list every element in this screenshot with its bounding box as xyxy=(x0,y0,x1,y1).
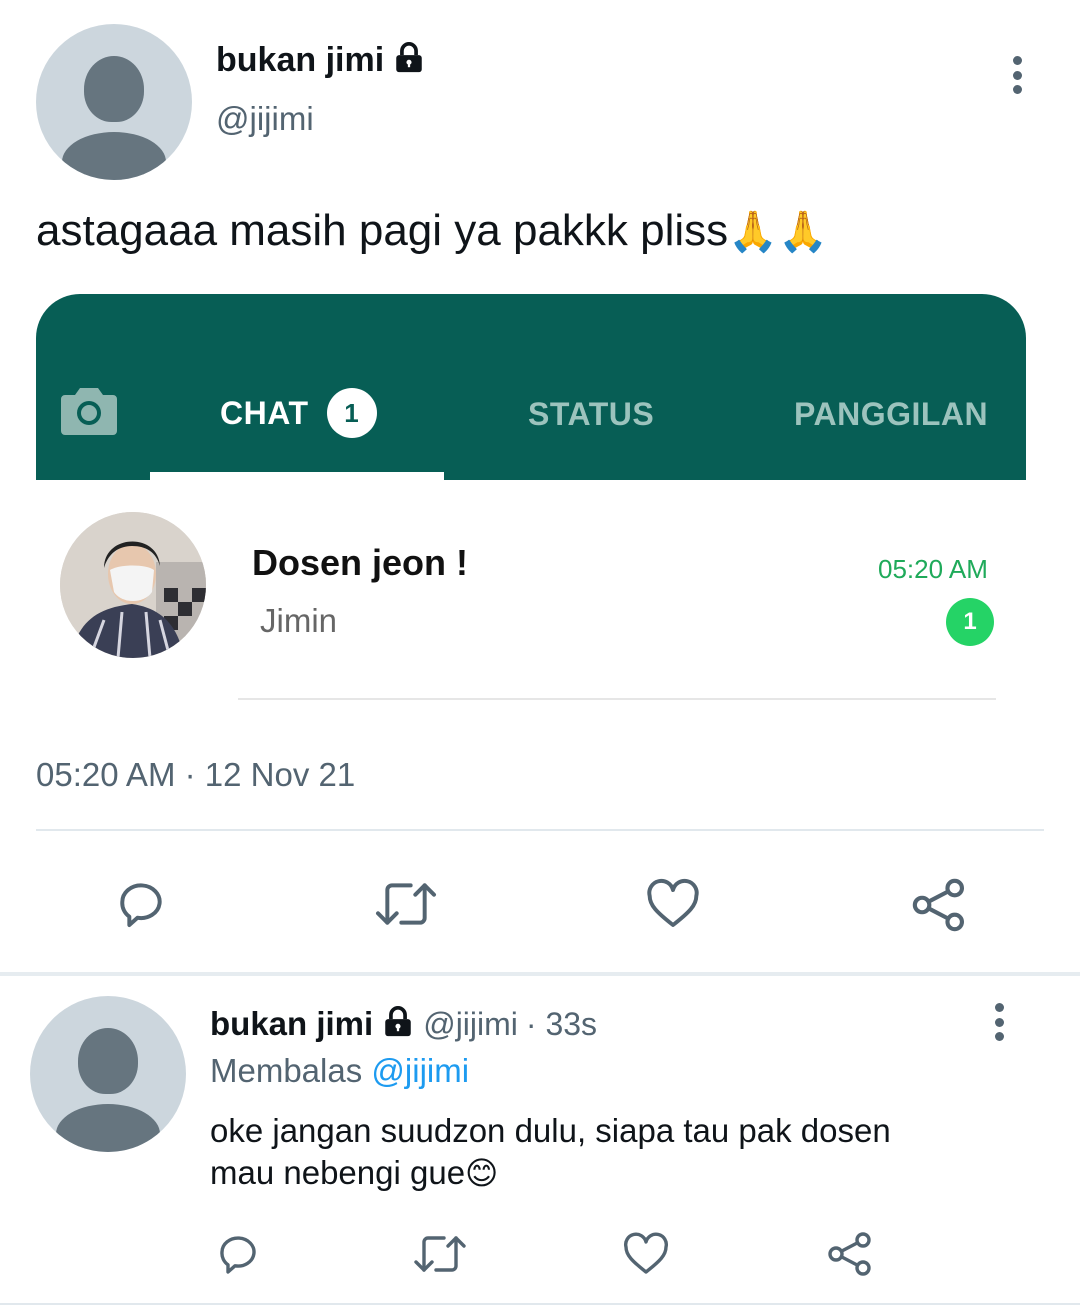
replying-prefix: Membalas xyxy=(210,1052,363,1089)
attached-image[interactable]: CHAT 1 STATUS PANGGILAN Dosen jeon ! Jim… xyxy=(36,294,1026,714)
retweet-icon[interactable] xyxy=(412,1230,468,1278)
contact-avatar xyxy=(60,512,206,658)
unread-badge: 1 xyxy=(946,598,994,646)
tab-chat-badge: 1 xyxy=(326,388,377,438)
camera-icon xyxy=(60,384,118,441)
tab-chat: CHAT 1 xyxy=(220,388,377,438)
replying-to: Membalas @jijimi xyxy=(210,1052,469,1090)
like-icon[interactable] xyxy=(622,1230,670,1278)
share-icon[interactable] xyxy=(910,876,968,934)
smiling-emoji: 😊 xyxy=(465,1154,499,1192)
divider xyxy=(36,829,1044,831)
lock-icon xyxy=(392,41,426,80)
tab-chat-label: CHAT xyxy=(220,394,309,431)
reply-header[interactable]: bukan jimi @jijimi · 33s xyxy=(210,1004,597,1044)
reply-text-line2: mau nebengi gue xyxy=(210,1154,466,1191)
like-icon[interactable] xyxy=(644,876,702,932)
reply-author-handle: @jijimi xyxy=(423,1005,518,1042)
tweet-timestamp: 05:20 AM · 12 Nov 21 xyxy=(36,756,356,793)
lock-icon xyxy=(381,1005,415,1044)
contact-name: Dosen jeon ! xyxy=(252,542,469,583)
tab-status: STATUS xyxy=(528,396,655,432)
reply-icon[interactable] xyxy=(214,1230,262,1278)
tab-panggilan: PANGGILAN xyxy=(794,396,989,432)
more-vertical-icon[interactable] xyxy=(992,1003,1006,1041)
author-handle[interactable]: @jijimi xyxy=(216,100,314,138)
reply-text: oke jangan suudzon dulu, siapa tau pak d… xyxy=(210,1110,891,1194)
folded-hands-emoji: 🙏🙏 xyxy=(728,209,828,255)
author-avatar[interactable] xyxy=(36,24,192,180)
chat-row: Dosen jeon ! Jimin 05:20 AM 1 xyxy=(36,480,1026,714)
tab-active-indicator xyxy=(150,472,444,480)
replying-to-link[interactable]: @jijimi xyxy=(371,1052,469,1089)
more-vertical-icon[interactable] xyxy=(1010,56,1024,94)
tweet-text-content: astagaaa masih pagi ya pakkk pliss xyxy=(36,206,729,255)
whatsapp-header: CHAT 1 STATUS PANGGILAN xyxy=(36,294,1026,480)
message-time: 05:20 AM xyxy=(878,554,988,584)
author-name-row[interactable]: bukan jimi xyxy=(216,40,426,80)
bottom-divider xyxy=(0,1303,1080,1305)
message-preview: Jimin xyxy=(260,602,338,639)
section-divider xyxy=(0,972,1080,976)
tweet-text: astagaaa masih pagi ya pakkk pliss🙏🙏 xyxy=(36,204,828,259)
reply-text-line1: oke jangan suudzon dulu, siapa tau pak d… xyxy=(210,1112,891,1149)
reply-author-name: bukan jimi xyxy=(210,1005,374,1042)
reply-author-avatar[interactable] xyxy=(30,996,186,1152)
retweet-icon[interactable] xyxy=(372,876,440,932)
author-name: bukan jimi xyxy=(216,40,385,79)
share-icon[interactable] xyxy=(826,1230,874,1278)
reply-icon[interactable] xyxy=(112,876,170,932)
reply-time: · 33s xyxy=(525,1005,598,1042)
chat-row-divider xyxy=(238,698,996,700)
